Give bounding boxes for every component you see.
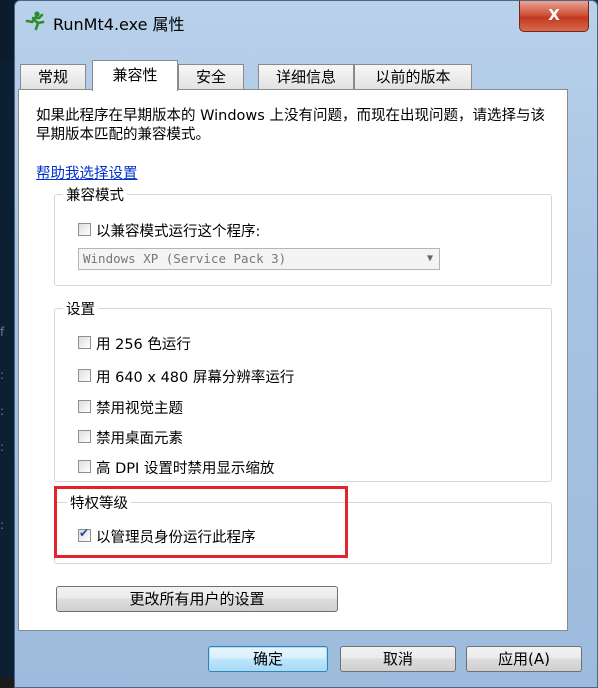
option-label: 用 640 x 480 屏幕分辨率运行 — [96, 370, 295, 386]
highlight-annotation-box — [54, 486, 348, 558]
option-label: 禁用桌面元素 — [96, 431, 183, 447]
option-label: 高 DPI 设置时禁用显示缩放 — [96, 461, 275, 477]
tab-general[interactable]: 常规 — [20, 64, 86, 90]
cancel-button[interactable]: 取消 — [340, 646, 456, 672]
checkbox-unchecked-icon[interactable] — [78, 368, 91, 382]
help-me-choose-link[interactable]: 帮助我选择设置 — [36, 162, 138, 183]
tab-compatibility[interactable]: 兼容性 — [92, 60, 178, 91]
option-256-colors[interactable]: 用 256 色运行 — [78, 333, 191, 353]
compat-mode-group-title: 兼容模式 — [63, 184, 127, 205]
dropdown-arrow-icon[interactable]: ▼ — [427, 249, 433, 269]
background-text-fragment: : — [0, 404, 5, 418]
option-disable-visual-themes[interactable]: 禁用视觉主题 — [78, 397, 183, 417]
option-640x480[interactable]: 用 640 x 480 屏幕分辨率运行 — [78, 366, 294, 386]
tab-previous-versions[interactable]: 以前的版本 — [354, 64, 472, 90]
option-disable-dpi-scaling[interactable]: 高 DPI 设置时禁用显示缩放 — [78, 457, 274, 477]
compat-mode-select-value: Windows XP (Service Pack 3) — [83, 251, 287, 266]
taskbar-fragment — [0, 678, 14, 688]
option-label: 禁用视觉主题 — [96, 401, 183, 417]
option-label: 用 256 色运行 — [96, 337, 191, 353]
runner-app-icon — [25, 11, 45, 31]
compat-mode-checkbox[interactable]: 以兼容模式运行这个程序: — [78, 220, 260, 240]
background-text-fragment: : — [0, 518, 5, 532]
compat-mode-select[interactable]: Windows XP (Service Pack 3) ▼ — [78, 248, 440, 270]
compatibility-description: 如果此程序在早期版本的 Windows 上没有问题，而现在出现问题，请选择与该早… — [36, 108, 545, 143]
compat-mode-checkbox-label: 以兼容模式运行这个程序: — [96, 224, 261, 240]
tab-security[interactable]: 安全 — [178, 64, 244, 90]
checkbox-unchecked-icon[interactable] — [78, 459, 91, 473]
background-text-fragment: : — [0, 368, 5, 382]
change-all-users-button[interactable]: 更改所有用户的设置 — [56, 586, 338, 612]
tab-details[interactable]: 详细信息 — [258, 64, 354, 90]
checkbox-unchecked-icon[interactable] — [78, 429, 91, 443]
background-text-fragment: f — [0, 325, 5, 339]
title-bar[interactable]: RunMt4.exe 属性 X — [15, 1, 597, 47]
background-text-fragment: : — [0, 440, 5, 454]
close-button[interactable]: X — [519, 1, 589, 32]
window-title: RunMt4.exe 属性 — [53, 15, 185, 34]
checkbox-unchecked-icon[interactable] — [78, 399, 91, 413]
settings-group-title: 设置 — [63, 298, 98, 319]
checkbox-unchecked-icon[interactable] — [78, 335, 91, 349]
ok-button[interactable]: 确定 — [208, 646, 328, 672]
checkbox-unchecked-icon[interactable] — [78, 222, 91, 236]
option-disable-desktop-composition[interactable]: 禁用桌面元素 — [78, 427, 183, 447]
apply-button[interactable]: 应用(A) — [466, 646, 582, 672]
